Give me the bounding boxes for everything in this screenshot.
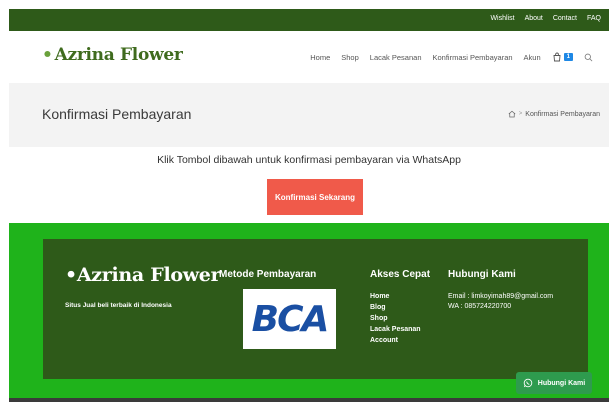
bca-logo-text: BCA <box>251 298 330 340</box>
breadcrumb-separator: > <box>518 111 523 117</box>
search-icon[interactable] <box>584 53 593 62</box>
footer-link-shop[interactable]: Shop <box>370 314 421 324</box>
nav-item-konfirmasi-pembayaran[interactable]: Konfirmasi Pembayaran <box>433 53 513 62</box>
top-link-about[interactable]: About <box>525 15 543 22</box>
logo-dot: • <box>42 45 53 65</box>
footer-logo-text: Azrina Flower <box>76 264 221 286</box>
footer-tagline: Situs Jual beli terbaik di Indonesia <box>65 302 172 309</box>
quick-access-heading: Akses Cepat <box>370 269 431 280</box>
top-utility-bar: Wishlist About Contact FAQ <box>9 9 609 31</box>
nav-item-home[interactable]: Home <box>310 53 330 62</box>
cart-count-badge: 1 <box>563 53 573 61</box>
top-links: Wishlist About Contact FAQ <box>490 15 601 22</box>
top-link-wishlist[interactable]: Wishlist <box>490 15 514 22</box>
bca-logo: BCA <box>243 289 336 349</box>
footer-link-lacak-pesanan[interactable]: Lacak Pesanan <box>370 325 421 335</box>
main-content: Klik Tombol dibawah untuk konfirmasi pem… <box>9 147 609 223</box>
footer-link-home[interactable]: Home <box>370 292 421 302</box>
whatsapp-button-label: Hubungi Kami <box>537 379 586 387</box>
contact-heading: Hubungi Kami <box>448 269 516 280</box>
payment-methods-heading: Metode Pembayaran <box>219 269 317 280</box>
contact-info: Email : limkoyimah89@gmail.com WA : 0857… <box>448 292 553 311</box>
breadcrumb: > Konfirmasi Pembayaran <box>508 110 600 118</box>
page-title-bar: Konfirmasi Pembayaran > Konfirmasi Pemba… <box>9 83 609 147</box>
confirm-now-button[interactable]: Konfirmasi Sekarang <box>267 179 363 215</box>
whatsapp-contact-button[interactable]: Hubungi Kami <box>516 372 592 394</box>
page-title: Konfirmasi Pembayaran <box>42 106 192 122</box>
footer-logo[interactable]: •Azrina Flower <box>65 264 221 286</box>
quick-access-links: Home Blog Shop Lacak Pesanan Account <box>370 292 421 346</box>
footer-logo-dot: • <box>65 264 77 286</box>
bottom-strip <box>9 398 609 402</box>
confirmation-instruction: Klik Tombol dibawah untuk konfirmasi pem… <box>157 154 461 166</box>
contact-email[interactable]: Email : limkoyimah89@gmail.com <box>448 292 553 301</box>
footer-link-blog[interactable]: Blog <box>370 303 421 313</box>
home-icon[interactable] <box>508 110 516 118</box>
breadcrumb-current: Konfirmasi Pembayaran <box>525 110 600 118</box>
top-link-faq[interactable]: FAQ <box>587 15 601 22</box>
shopping-bag-icon <box>553 52 561 62</box>
whatsapp-icon <box>523 378 533 388</box>
nav-item-shop[interactable]: Shop <box>341 53 359 62</box>
site-logo[interactable]: • Azrina Flower <box>42 45 183 65</box>
contact-whatsapp-number[interactable]: WA : 085724220700 <box>448 302 553 311</box>
logo-text: Azrina Flower <box>54 45 183 65</box>
footer-panel: •Azrina Flower Situs Jual beli terbaik d… <box>43 239 588 379</box>
main-nav: Home Shop Lacak Pesanan Konfirmasi Pemba… <box>310 52 593 62</box>
nav-item-lacak-pesanan[interactable]: Lacak Pesanan <box>370 53 422 62</box>
cart-button[interactable]: 1 <box>552 52 573 62</box>
top-link-contact[interactable]: Contact <box>553 15 577 22</box>
site-header: • Azrina Flower Home Shop Lacak Pesanan K… <box>9 31 609 83</box>
nav-item-akun[interactable]: Akun <box>524 53 541 62</box>
footer-link-account[interactable]: Account <box>370 336 421 346</box>
